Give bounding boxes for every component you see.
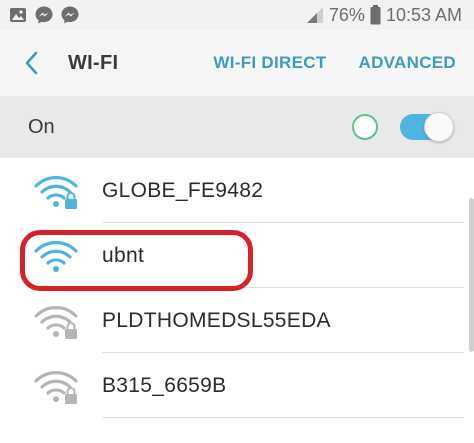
- network-ssid: PLDTHOMEDSL55EDA: [102, 308, 331, 332]
- photo-icon: [10, 8, 26, 22]
- network-ssid: B315_6659B: [102, 373, 227, 397]
- wifi-switch-row[interactable]: On: [0, 96, 474, 158]
- network-row[interactable]: PLDTHOMEDSL55EDA: [0, 288, 474, 353]
- network-ssid: GLOBE_FE9482: [102, 178, 264, 202]
- action-bar: WI-FI WI-FI DIRECT ADVANCED: [0, 30, 474, 96]
- page-title: WI-FI: [68, 51, 119, 74]
- messenger-icon: [61, 6, 79, 24]
- network-row[interactable]: ubnt: [0, 223, 474, 288]
- advanced-button[interactable]: ADVANCED: [359, 53, 456, 73]
- switch-controls: [352, 112, 454, 142]
- wifi-secured-icon: [34, 176, 78, 209]
- system-icons: 76% 10:53 AM: [306, 5, 462, 26]
- status-bar: 76% 10:53 AM: [0, 0, 474, 30]
- clock: 10:53 AM: [385, 4, 462, 25]
- network-row[interactable]: B315_6659B: [0, 353, 474, 418]
- wifi-secured-icon: [34, 371, 78, 404]
- toggle-knob: [424, 112, 454, 142]
- wifi-secured-icon: [34, 306, 78, 339]
- chevron-left-icon: [25, 51, 38, 75]
- battery-icon: [370, 5, 381, 25]
- notification-icons: [8, 5, 80, 25]
- signal-icon: [306, 7, 323, 23]
- network-ssid: ubnt: [102, 243, 145, 267]
- wifi-direct-button[interactable]: WI-FI DIRECT: [213, 53, 326, 73]
- divider: [102, 417, 464, 418]
- back-button[interactable]: [6, 30, 58, 96]
- wifi-icon: [34, 241, 78, 272]
- wifi-switch-label: On: [28, 115, 55, 138]
- wifi-toggle[interactable]: [400, 112, 454, 142]
- battery-percent: 76%: [328, 4, 365, 25]
- screen: 76% 10:53 AM WI-FI WI-FI DIRECT ADVANCED…: [0, 0, 474, 443]
- status-ring-icon: [352, 114, 378, 140]
- network-list: GLOBE_FE9482 ubnt PLDTHOMEDSL55EDA B315_…: [0, 158, 474, 443]
- network-row[interactable]: GLOBE_FE9482: [0, 158, 474, 223]
- scrollbar[interactable]: [469, 198, 474, 352]
- messenger-icon: [35, 6, 53, 24]
- action-links: WI-FI DIRECT ADVANCED: [213, 53, 474, 73]
